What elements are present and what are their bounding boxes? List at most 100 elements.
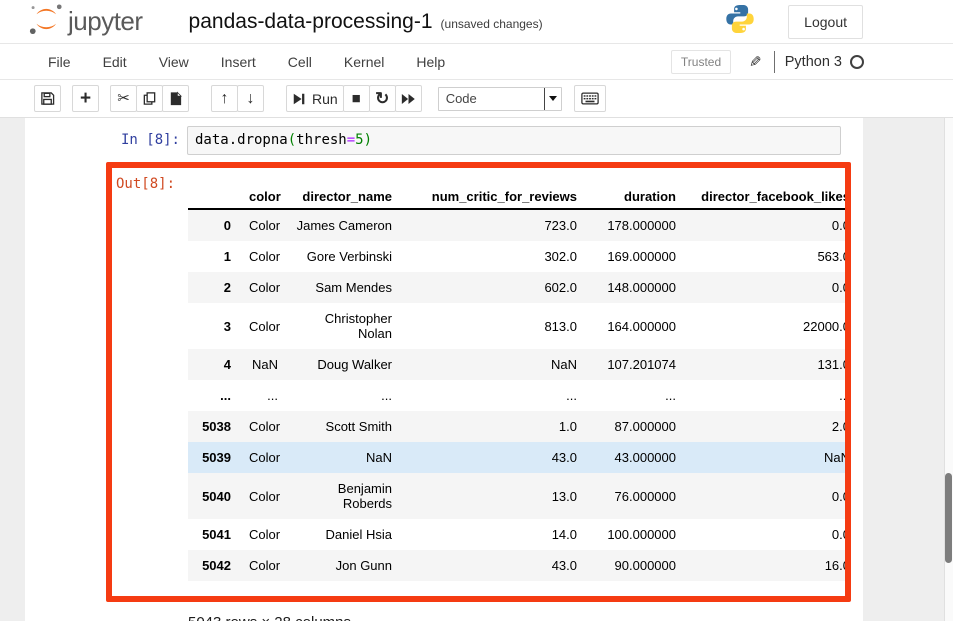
run-cell-button[interactable]: Run	[286, 85, 344, 112]
table-cell: 0.0	[685, 519, 845, 550]
table-cell: 16.0	[685, 550, 845, 581]
interrupt-kernel-button[interactable]: ■	[343, 85, 370, 112]
table-cell: 131.0	[685, 349, 845, 380]
menu-file[interactable]: File	[48, 54, 71, 70]
edit-mode-pencil-icon: ✎	[749, 53, 762, 71]
notebook-title[interactable]: pandas-data-processing-1	[189, 10, 433, 34]
table-cell: NaN	[287, 442, 401, 473]
table-cell: Gore Verbinski	[287, 241, 401, 272]
menu-view[interactable]: View	[159, 54, 189, 70]
table-row: 5040ColorBenjamin Roberds13.076.0000000.…	[188, 473, 845, 519]
plus-icon: +	[80, 89, 91, 108]
jupyter-logo[interactable]: jupyter	[28, 1, 143, 42]
step-forward-icon	[292, 92, 306, 106]
menu-kernel[interactable]: Kernel	[344, 54, 384, 70]
jupyter-logo-text: jupyter	[68, 6, 143, 37]
trusted-badge: Trusted	[671, 50, 731, 74]
save-button[interactable]	[34, 85, 61, 112]
table-cell: 1.0	[401, 411, 586, 442]
table-cell: 14.0	[401, 519, 586, 550]
cut-cell-button[interactable]: ✂	[110, 85, 137, 112]
table-cell: Color	[240, 519, 287, 550]
table-cell: Color	[240, 550, 287, 581]
row-index-cell: 0	[188, 209, 240, 241]
code-token: thresh	[296, 132, 347, 148]
output-area-highlight-box[interactable]: Out[8]: colordirector_namenum_critic_for…	[106, 162, 851, 602]
dataframe-clip-region: colordirector_namenum_critic_for_reviews…	[188, 185, 845, 596]
table-row: 2ColorSam Mendes602.0148.0000000.0	[188, 272, 845, 303]
fast-forward-icon	[401, 93, 416, 105]
table-cell: 0.0	[685, 272, 845, 303]
table-cell: 76.000000	[586, 473, 685, 519]
table-cell: Doug Walker	[287, 349, 401, 380]
scissors-icon: ✂	[117, 91, 130, 106]
run-button-label: Run	[312, 91, 338, 107]
kernel-status-icon	[850, 55, 864, 69]
dataframe-table: colordirector_namenum_critic_for_reviews…	[188, 185, 845, 581]
code-token: )	[364, 132, 372, 148]
menu-edit[interactable]: Edit	[103, 54, 127, 70]
table-cell: 178.000000	[586, 209, 685, 241]
table-cell: ...	[401, 380, 586, 411]
vertical-scrollbar-thumb[interactable]	[945, 473, 952, 563]
table-cell: 0.0	[685, 473, 845, 519]
column-header	[188, 185, 240, 209]
row-index-cell: 3	[188, 303, 240, 349]
vertical-scrollbar-track[interactable]	[944, 118, 953, 621]
restart-run-all-button[interactable]	[395, 85, 422, 112]
stop-icon: ■	[352, 91, 361, 106]
refresh-icon: ↻	[375, 90, 389, 107]
table-cell: Benjamin Roberds	[287, 473, 401, 519]
table-cell: NaN	[685, 442, 845, 473]
table-cell: 43.0	[401, 442, 586, 473]
code-token: =	[347, 132, 355, 148]
toolbar: + ✂ ↑ ↓	[0, 80, 953, 118]
menu-insert[interactable]: Insert	[221, 54, 256, 70]
table-cell: 2.0	[685, 411, 845, 442]
table-row: 4NaNDoug WalkerNaN107.201074131.0	[188, 349, 845, 380]
copy-icon	[142, 91, 157, 106]
row-index-cell: 5041	[188, 519, 240, 550]
code-cell-input: In [8]: data.dropna(thresh=5)	[25, 126, 863, 155]
table-cell: Color	[240, 303, 287, 349]
table-cell: Color	[240, 272, 287, 303]
python-logo-icon	[724, 3, 756, 40]
code-editor[interactable]: data.dropna(thresh=5)	[187, 126, 841, 155]
logout-button[interactable]: Logout	[788, 5, 863, 39]
row-index-cell: ...	[188, 380, 240, 411]
menu-help[interactable]: Help	[416, 54, 445, 70]
copy-cell-button[interactable]	[136, 85, 163, 112]
table-cell: 13.0	[401, 473, 586, 519]
menu-cell[interactable]: Cell	[288, 54, 312, 70]
row-index-cell: 4	[188, 349, 240, 380]
cell-type-value: Code	[446, 91, 477, 106]
paste-cell-button[interactable]	[162, 85, 189, 112]
move-cell-up-button[interactable]: ↑	[211, 85, 238, 112]
table-row: 0ColorJames Cameron723.0178.0000000.0	[188, 209, 845, 241]
table-cell: 164.000000	[586, 303, 685, 349]
input-prompt: In [8]:	[25, 126, 187, 155]
table-cell: 813.0	[401, 303, 586, 349]
table-cell: 90.000000	[586, 550, 685, 581]
table-row: 5038ColorScott Smith1.087.0000002.0	[188, 411, 845, 442]
kernel-name: Python 3	[785, 54, 842, 70]
column-header: director_facebook_likes	[685, 185, 845, 209]
table-cell: 563.0	[685, 241, 845, 272]
output-prompt: Out[8]:	[116, 171, 188, 596]
keyboard-icon	[581, 92, 599, 105]
command-palette-button[interactable]	[574, 85, 606, 112]
code-token: 5	[355, 132, 363, 148]
move-cell-down-button[interactable]: ↓	[237, 85, 264, 112]
restart-kernel-button[interactable]: ↻	[369, 85, 396, 112]
row-index-cell: 5038	[188, 411, 240, 442]
table-cell: 302.0	[401, 241, 586, 272]
table-cell: Color	[240, 209, 287, 241]
table-cell: ...	[240, 380, 287, 411]
cell-type-dropdown[interactable]: Code	[438, 87, 562, 111]
table-cell: 100.000000	[586, 519, 685, 550]
table-row: 5042ColorJon Gunn43.090.00000016.0	[188, 550, 845, 581]
table-row: 1ColorGore Verbinski302.0169.000000563.0	[188, 241, 845, 272]
insert-cell-button[interactable]: +	[72, 85, 99, 112]
table-cell: Color	[240, 411, 287, 442]
table-cell: 602.0	[401, 272, 586, 303]
